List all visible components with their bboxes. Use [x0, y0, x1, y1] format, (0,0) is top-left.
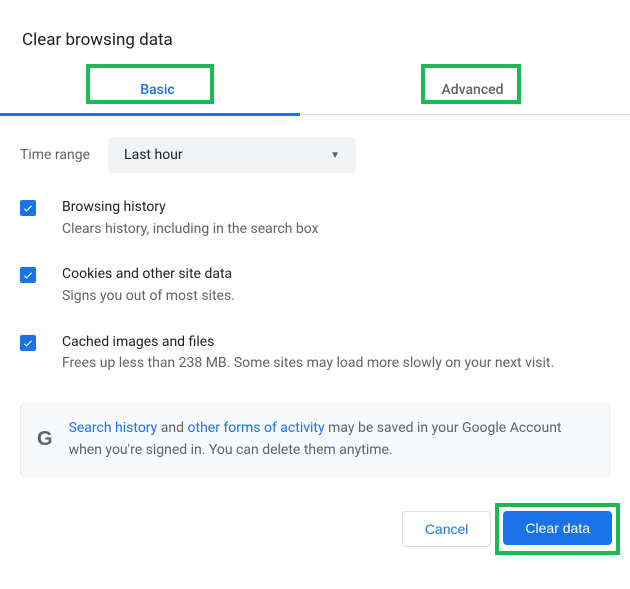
- option-title: Cached images and files: [62, 332, 554, 354]
- option-title: Browsing history: [62, 197, 319, 219]
- clear-data-button[interactable]: Clear data: [503, 511, 612, 545]
- search-history-link[interactable]: Search history: [69, 420, 158, 436]
- time-range-select[interactable]: Last hour ▼: [108, 137, 356, 173]
- checkbox-browsing-history[interactable]: [20, 200, 36, 216]
- check-icon: [22, 269, 34, 281]
- checkbox-cookies[interactable]: [20, 267, 36, 283]
- chevron-down-icon: ▼: [330, 150, 340, 161]
- check-icon: [22, 337, 34, 349]
- notice-text: and: [157, 420, 187, 436]
- check-icon: [22, 202, 34, 214]
- google-notice: G Search history and other forms of acti…: [20, 403, 610, 476]
- option-desc: Clears history, including in the search …: [62, 219, 319, 241]
- dialog-title: Clear browsing data: [0, 8, 630, 68]
- tab-advanced-label: Advanced: [441, 82, 503, 98]
- tab-basic-label: Basic: [140, 82, 174, 98]
- time-range-label: Time range: [20, 147, 90, 163]
- checkbox-cached[interactable]: [20, 335, 36, 351]
- other-activity-link[interactable]: other forms of activity: [188, 420, 325, 436]
- cancel-button[interactable]: Cancel: [402, 511, 492, 547]
- option-desc: Frees up less than 238 MB. Some sites ma…: [62, 353, 554, 375]
- google-g-icon: G: [37, 424, 53, 455]
- tab-advanced[interactable]: Advanced: [315, 68, 630, 114]
- time-range-value: Last hour: [124, 147, 183, 163]
- option-desc: Signs you out of most sites.: [62, 286, 235, 308]
- option-title: Cookies and other site data: [62, 264, 235, 286]
- tabs: Basic Advanced: [0, 68, 630, 114]
- tab-basic[interactable]: Basic: [0, 68, 315, 114]
